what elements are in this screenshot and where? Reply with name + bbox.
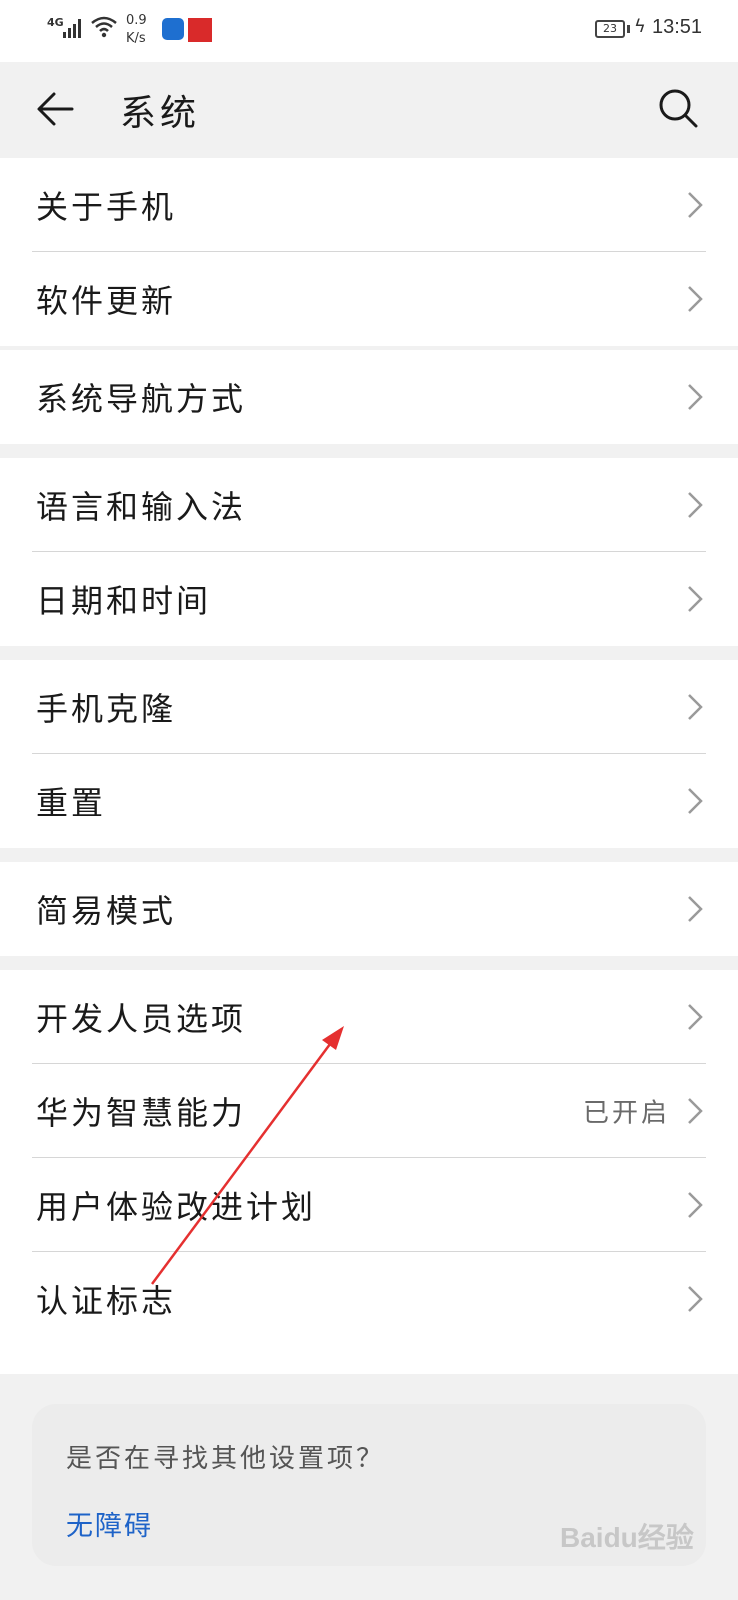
network-speed: 0.9 K/s <box>126 12 147 48</box>
charging-icon: ϟ <box>634 16 646 37</box>
setting-label: 用户体验改进计划 <box>36 1188 317 1226</box>
chevron-right-icon <box>688 192 703 218</box>
setting-user-experience[interactable]: 用户体验改进计划 <box>0 1158 738 1252</box>
app-header: 系统 <box>0 62 738 158</box>
settings-group-about: 关于手机 软件更新 <box>0 158 738 346</box>
chevron-right-icon <box>688 1286 703 1312</box>
search-icon[interactable] <box>656 86 700 130</box>
clock: 13:51 <box>652 16 703 38</box>
setting-status-value: 已开启 <box>582 1098 670 1129</box>
battery-cap <box>627 25 630 33</box>
setting-label: 手机克隆 <box>36 690 177 728</box>
setting-date-time[interactable]: 日期和时间 <box>0 552 738 646</box>
settings-group-language: 语言和输入法 日期和时间 <box>0 458 738 646</box>
speed-value: 0.9 <box>126 13 147 28</box>
setting-huawei-smart[interactable]: 华为智慧能力 已开启 <box>0 1064 738 1158</box>
chevron-right-icon <box>688 286 703 312</box>
setting-label: 开发人员选项 <box>36 1000 247 1038</box>
other-settings-question: 是否在寻找其他设置项？ <box>66 1444 386 1474</box>
setting-language-input[interactable]: 语言和输入法 <box>0 458 738 552</box>
chevron-right-icon <box>688 694 703 720</box>
status-bar: 4G 0.9 K/s 23 ϟ 13:51 <box>0 0 738 62</box>
setting-about-phone[interactable]: 关于手机 <box>0 158 738 252</box>
chevron-right-icon <box>688 788 703 814</box>
setting-label: 华为智慧能力 <box>36 1094 247 1132</box>
app-notification-icon <box>162 18 184 40</box>
speed-unit: K/s <box>126 31 146 46</box>
setting-certification[interactable]: 认证标志 <box>0 1252 738 1346</box>
baidu-watermark: Baidu经验 <box>560 1522 694 1553</box>
setting-label: 简易模式 <box>36 892 177 930</box>
accessibility-link[interactable]: 无障碍 <box>66 1504 153 1543</box>
signal-icon <box>63 19 81 38</box>
chevron-right-icon <box>688 384 703 410</box>
wifi-icon <box>91 16 117 38</box>
chevron-right-icon <box>688 1004 703 1030</box>
setting-label: 软件更新 <box>36 282 177 320</box>
setting-label: 重置 <box>36 784 107 822</box>
setting-label: 日期和时间 <box>36 582 212 620</box>
setting-phone-clone[interactable]: 手机克隆 <box>0 660 738 754</box>
chevron-right-icon <box>688 896 703 922</box>
settings-group-simple: 简易模式 <box>0 862 738 956</box>
setting-label: 系统导航方式 <box>36 380 247 418</box>
page-title: 系统 <box>120 93 201 134</box>
setting-label: 语言和输入法 <box>36 488 247 526</box>
settings-group-navigation: 系统导航方式 <box>0 350 738 444</box>
setting-system-navigation[interactable]: 系统导航方式 <box>0 350 738 444</box>
setting-simple-mode[interactable]: 简易模式 <box>0 862 738 956</box>
setting-software-update[interactable]: 软件更新 <box>0 252 738 346</box>
setting-label: 认证标志 <box>36 1282 177 1320</box>
battery-icon: 23 <box>595 20 625 38</box>
chevron-right-icon <box>688 1098 703 1124</box>
settings-group-clone: 手机克隆 重置 <box>0 660 738 848</box>
back-arrow-icon[interactable] <box>34 88 76 130</box>
chevron-right-icon <box>688 586 703 612</box>
setting-reset[interactable]: 重置 <box>0 754 738 848</box>
app-notification-icon <box>188 18 212 42</box>
setting-developer-options[interactable]: 开发人员选项 <box>0 970 738 1064</box>
setting-label: 关于手机 <box>36 188 177 226</box>
chevron-right-icon <box>688 492 703 518</box>
settings-group-developer: 开发人员选项 华为智慧能力 已开启 用户体验改进计划 认证标志 <box>0 970 738 1374</box>
chevron-right-icon <box>688 1192 703 1218</box>
